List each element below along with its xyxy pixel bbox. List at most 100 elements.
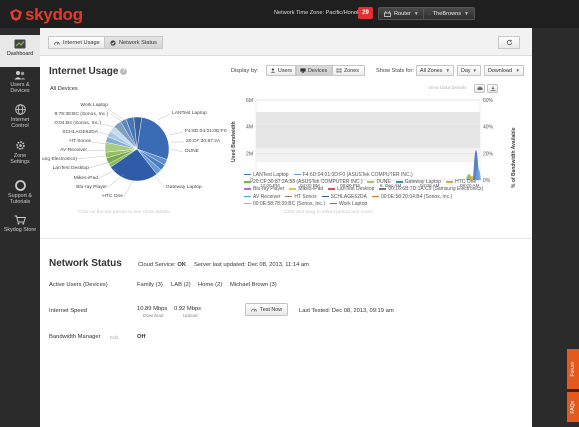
download-speed-caption: Download [143, 313, 164, 318]
skydog-logo[interactable]: skydog [9, 5, 83, 25]
pie-label: AV Receiver [60, 148, 87, 153]
display-zones-button[interactable]: Zones [332, 65, 365, 76]
legend-item[interactable]: Mikes-iPad [289, 186, 323, 193]
user-home-link[interactable]: Home (2) [198, 282, 222, 288]
y-tick-label: 6M [246, 98, 253, 104]
y-tick-label: 4M [246, 125, 253, 131]
pie-label: HTC One [102, 194, 123, 199]
available-bandwidth-band [256, 112, 480, 148]
period-select-value: Day [461, 67, 471, 74]
display-users-button[interactable]: Users [266, 65, 296, 76]
legend-item[interactable]: 00:0E:58:78:39:BC (Sonos, Inc.) [244, 201, 325, 208]
print-icon [477, 86, 482, 90]
view-data-details-link[interactable]: View Data Details [428, 86, 467, 91]
test-now-button[interactable]: Test Now [245, 303, 289, 316]
legend-label: 00:16:6B:7D:1A:C9 (Samsung Electronics) [388, 186, 484, 193]
legend-label: Mikes-iPad [298, 186, 324, 193]
legend-item[interactable]: 20:CF:30:87:2A:58 (ASUSTek COMPUTER INC.… [244, 179, 362, 186]
home-icon [429, 13, 430, 14]
pie-label: :0:04:B4 (Sonos, Inc.) [53, 121, 101, 126]
display-devices-button[interactable]: Devices [296, 65, 332, 76]
dashboard-icon [14, 39, 26, 49]
sidebar-item-label: Settings [10, 159, 30, 166]
user-lab-link[interactable]: LAB (2) [171, 282, 191, 288]
skydog-logo-icon [10, 9, 22, 21]
pie-label: Work Laptop [80, 103, 108, 108]
sidebar-item-label: Devices [10, 88, 30, 95]
legend-item[interactable]: 00:0E:58:20:04:B4 (Sonos, Inc.) [371, 194, 452, 201]
user-family-link[interactable]: Family (3) [137, 282, 163, 288]
upload-speed-value: 0.92 Mbps [174, 306, 202, 312]
legend-swatch [328, 188, 336, 190]
bandwidth-manager-edit-link[interactable]: Edit [110, 335, 118, 340]
legend-swatch [395, 181, 403, 183]
legend-item[interactable]: HTC One [446, 179, 476, 186]
usage-pie-chart[interactable] [104, 116, 170, 182]
zone-select-value: All Zones [420, 67, 443, 74]
legend-label: Blu-ray Player [253, 186, 285, 193]
sidebar-item-users-devices[interactable]: Users & Devices [0, 66, 40, 100]
server-last-updated: Server last updated: Dec 08, 2013, 11:14… [194, 262, 309, 268]
y2-tick-label: 40% [483, 125, 494, 131]
graph-hint: Click and drag to select period and zoom… [284, 210, 374, 215]
zones-icon [336, 68, 342, 73]
direction-select[interactable]: Download ▼ [484, 65, 524, 76]
sidebar-item-zone-settings[interactable]: Zone Settings [0, 136, 40, 170]
legend-swatch [244, 181, 251, 183]
legend-label: SCHLAGE62DA [330, 193, 367, 200]
legend-swatch [293, 173, 301, 176]
pie-label: HT Sonos [69, 139, 91, 144]
legend-item[interactable]: HT Sonos [285, 194, 317, 201]
top-bar: skydog Network Time Zone: Pacific/Honolu… [0, 0, 579, 28]
legend-label: Gateway Laptop [404, 179, 442, 186]
tab-internet-usage[interactable]: Internet Usage [48, 36, 106, 49]
legend-item[interactable]: AV Receiver [244, 194, 280, 201]
legend-item[interactable]: Work Laptop [330, 201, 367, 208]
legend-item[interactable]: LANTest Laptop [244, 172, 289, 179]
y-axis-label: Used Bandwidth [231, 121, 237, 162]
router-menu-button[interactable]: Router ▼ [378, 7, 425, 20]
router-label: Router [394, 10, 411, 17]
legend-item[interactable]: Gateway Laptop [395, 179, 442, 186]
forum-side-tab[interactable]: Forum [567, 349, 579, 389]
refresh-button[interactable] [498, 36, 520, 49]
cloud-service-status: Cloud Service: OK [138, 262, 186, 268]
legend-label: HTC One [455, 179, 477, 186]
refresh-icon [506, 39, 512, 46]
account-menu-button[interactable]: TheBrowns ▼ [423, 7, 475, 20]
sidebar-item-support-tutorials[interactable]: Support & Tutorials [0, 176, 40, 210]
legend-label: Work Laptop [339, 200, 368, 207]
server-updated-label: Server last updated: [194, 262, 246, 268]
legend-item[interactable]: 00:16:6B:7D:1A:C9 (Samsung Electronics) [379, 186, 483, 193]
legend-item[interactable]: DUNE [367, 179, 391, 186]
period-select[interactable]: Day ▼ [457, 65, 481, 76]
legend-swatch [285, 195, 293, 197]
all-devices-label: All Devices [50, 86, 78, 92]
legend-item[interactable]: Blu-ray Player [244, 186, 284, 193]
test-now-label: Test Now [260, 306, 283, 313]
faq-side-tab[interactable]: FAQs [567, 392, 579, 422]
internet-usage-title-text: Internet Usage [49, 66, 119, 77]
tab-network-status[interactable]: Network Status [104, 36, 163, 49]
alert-count-badge[interactable]: 29 [358, 7, 373, 19]
monitor-icon [300, 68, 306, 73]
pie-label: ung Electronics) [41, 157, 77, 162]
legend-item[interactable]: LanTest Desktop [328, 186, 374, 193]
users-button-label: Users [277, 67, 292, 74]
sidebar-item-internet-control[interactable]: Internet Control [0, 100, 40, 134]
display-by-label: Display by: [231, 68, 259, 74]
sidebar-item-dashboard[interactable]: Dashboard [0, 35, 40, 67]
router-icon [384, 10, 391, 17]
help-icon[interactable]: ? [120, 67, 128, 75]
legend-label: LANTest Laptop [253, 172, 289, 178]
legend-item[interactable]: SCHLAGE62DA [321, 193, 367, 201]
users-icon [270, 68, 276, 73]
zone-select[interactable]: All Zones ▼ [416, 65, 454, 76]
sidebar-item-label: Control [11, 123, 29, 130]
legend-item[interactable]: F4:6D:04:01:0D:F0 (ASUSTek COMPUTER INC.… [293, 172, 413, 179]
legend-label: DUNE [376, 179, 391, 186]
sidebar-item-skydog-store[interactable]: Skydog Store [0, 211, 40, 239]
legend-swatch [446, 181, 454, 183]
user-michael-brown-link[interactable]: Michael Brown (3) [230, 282, 277, 288]
legend-swatch [321, 195, 329, 197]
